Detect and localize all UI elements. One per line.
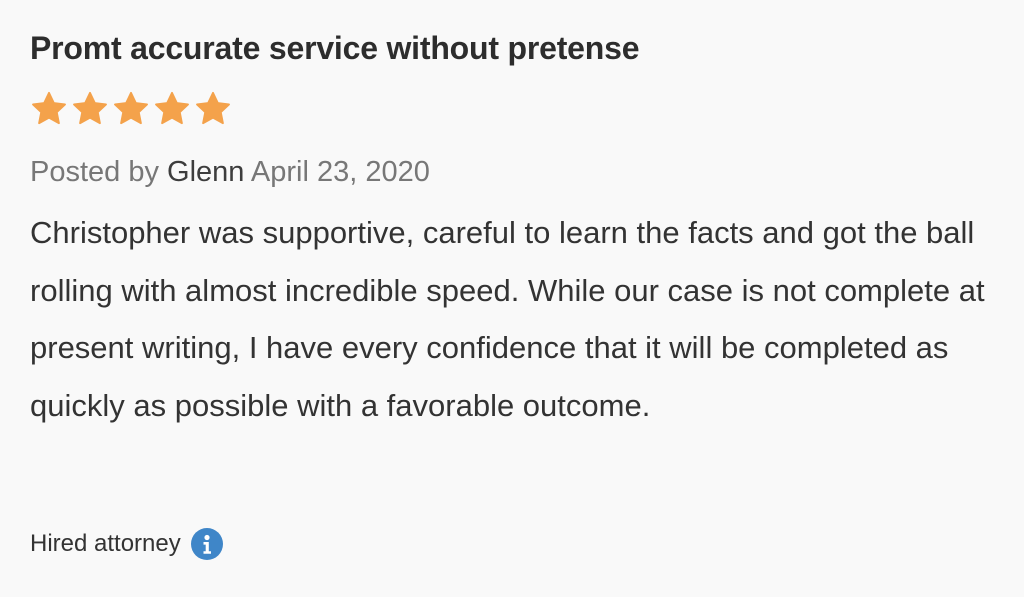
review-card: Promt accurate service without pretense …: [0, 0, 1024, 597]
review-meta: Posted by Glenn April 23, 2020: [30, 156, 430, 189]
hired-attorney-label: Hired attorney: [30, 530, 181, 557]
posted-by-label: Posted by: [30, 156, 159, 188]
info-icon[interactable]: [190, 528, 223, 560]
review-body: Christopher was supportive, careful to l…: [30, 215, 985, 423]
star-icon: [112, 90, 150, 128]
star-rating: [30, 90, 232, 128]
star-icon: [71, 90, 109, 128]
star-icon: [194, 90, 232, 128]
hired-attorney-row: Hired attorney: [30, 528, 223, 560]
review-date: April 23, 2020: [250, 156, 430, 188]
review-title: Promt accurate service without pretense: [30, 30, 640, 66]
star-icon: [153, 90, 191, 128]
star-icon: [30, 90, 68, 128]
review-author: Glenn: [167, 156, 245, 188]
